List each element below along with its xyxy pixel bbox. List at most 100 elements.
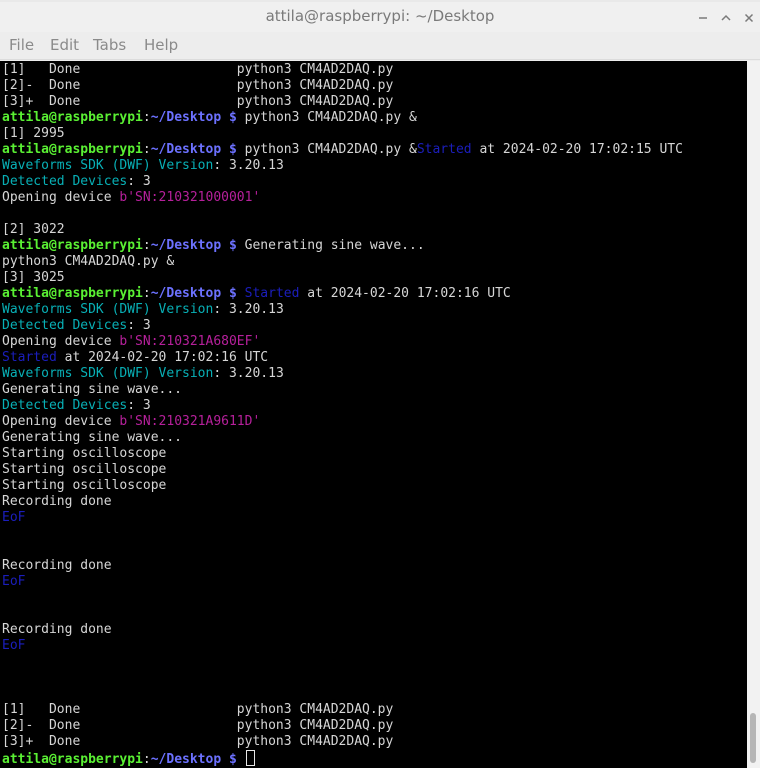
window-title: attila@raspberrypi: ~/Desktop — [265, 7, 495, 25]
terminal-line: Opening device b'SN:210321000001' — [2, 190, 683, 206]
terminal-line: attila@raspberrypi:~/Desktop $ — [2, 750, 683, 767]
terminal-line: EoF — [2, 574, 683, 590]
terminal-line: [1] Done python3 CM4AD2DAQ.py — [2, 702, 683, 718]
terminal-line: Starting oscilloscope — [2, 446, 683, 462]
terminal-text: [3]+ Done python3 CM4AD2DAQ.py — [2, 734, 394, 749]
terminal-text: ~/Desktop $ — [150, 752, 237, 767]
maximize-button[interactable] — [716, 8, 736, 28]
terminal-line: attila@raspberrypi:~/Desktop $ Generatin… — [2, 238, 683, 254]
terminal-text: Started — [416, 142, 472, 157]
terminal-line: Waveforms SDK (DWF) Version: 3.20.13 — [2, 366, 683, 382]
terminal-text: Started — [2, 350, 57, 365]
terminal-line: Detected Devices: 3 — [2, 174, 683, 190]
terminal-line: Started at 2024-02-20 17:02:16 UTC — [2, 350, 683, 366]
terminal-line: Generating sine wave... — [2, 382, 683, 398]
terminal-line: python3 CM4AD2DAQ.py & — [2, 254, 683, 270]
terminal-text: : 3 — [127, 318, 151, 333]
terminal-line: Starting oscilloscope — [2, 462, 683, 478]
terminal-text: : — [142, 142, 151, 157]
terminal-text: ~/Desktop $ — [150, 142, 237, 157]
terminal-text: [1] 2995 — [2, 126, 65, 141]
terminal-line: EoF — [2, 638, 683, 654]
terminal-text: Waveforms SDK (DWF) Version — [2, 366, 214, 381]
terminal-line: [2]- Done python3 CM4AD2DAQ.py — [2, 78, 683, 94]
terminal-text: Detected Devices — [2, 318, 128, 333]
terminal-text: : 3 — [127, 398, 151, 413]
scrollbar-thumb[interactable] — [750, 713, 756, 763]
terminal-text: Detected Devices — [2, 174, 128, 189]
terminal-text: ~/Desktop $ — [150, 238, 237, 253]
terminal-line: Waveforms SDK (DWF) Version: 3.20.13 — [2, 302, 683, 318]
menu-bar: File Edit Tabs Help — [0, 32, 760, 60]
terminal-text: Waveforms SDK (DWF) Version — [2, 302, 214, 317]
terminal-text: [2] 3022 — [2, 222, 65, 237]
menu-edit[interactable]: Edit — [50, 36, 79, 54]
terminal-text: [2]- Done python3 CM4AD2DAQ.py — [2, 78, 394, 93]
terminal-text: Starting oscilloscope — [2, 478, 167, 493]
terminal-text: : — [142, 110, 151, 125]
terminal-text: python3 CM4AD2DAQ.py & — [236, 110, 417, 125]
terminal-text: [1] Done python3 CM4AD2DAQ.py — [2, 62, 394, 77]
terminal-line: Waveforms SDK (DWF) Version: 3.20.13 — [2, 158, 683, 174]
terminal-text: [1] Done python3 CM4AD2DAQ.py — [2, 702, 394, 717]
minimize-button[interactable] — [693, 8, 713, 28]
terminal-line: Starting oscilloscope — [2, 478, 683, 494]
terminal-text: attila@raspberrypi — [2, 752, 143, 767]
terminal-text: : 3 — [127, 174, 151, 189]
terminal-line: Recording done — [2, 622, 683, 638]
terminal-text: python3 CM4AD2DAQ.py & — [2, 254, 175, 269]
terminal-text: attila@raspberrypi — [2, 142, 143, 157]
terminal-text: b'SN:210321A680EF' — [119, 334, 261, 349]
terminal-text: Starting oscilloscope — [2, 462, 167, 477]
terminal-text: Detected Devices — [2, 398, 128, 413]
terminal-text: attila@raspberrypi — [2, 286, 143, 301]
terminal-text: [2]- Done python3 CM4AD2DAQ.py — [2, 718, 394, 733]
terminal-text: Recording done — [2, 622, 112, 637]
terminal-text: EoF — [2, 638, 26, 653]
menu-help[interactable]: Help — [144, 36, 178, 54]
terminal-text: Generating sine wave... — [2, 382, 183, 397]
terminal-text: Recording done — [2, 494, 112, 509]
title-bar[interactable]: attila@raspberrypi: ~/Desktop — [0, 0, 760, 32]
terminal-text: Started — [244, 286, 300, 301]
terminal-line: Detected Devices: 3 — [2, 398, 683, 414]
terminal-lines: [1] Done python3 CM4AD2DAQ.py [2]- Done p… — [2, 62, 683, 767]
maximize-icon — [720, 12, 732, 24]
terminal-line: [3]+ Done python3 CM4AD2DAQ.py — [2, 734, 683, 750]
terminal-line: Opening device b'SN:210321A9611D' — [2, 414, 683, 430]
terminal-text: : — [142, 752, 151, 767]
terminal-text: b'SN:210321A9611D' — [119, 414, 261, 429]
terminal-scrollbar[interactable] — [747, 61, 760, 768]
terminal-line: [2]- Done python3 CM4AD2DAQ.py — [2, 718, 683, 734]
terminal-text: [3]+ Done python3 CM4AD2DAQ.py — [2, 94, 394, 109]
terminal-text: : 3.20.13 — [213, 158, 284, 173]
terminal-text: ~/Desktop $ — [150, 110, 237, 125]
close-button[interactable] — [739, 8, 759, 28]
terminal-line: Recording done — [2, 494, 683, 510]
text-cursor — [245, 750, 255, 766]
terminal-text: python3 CM4AD2DAQ.py & — [236, 142, 417, 157]
terminal-text: at 2024-02-20 17:02:16 UTC — [56, 350, 269, 365]
close-icon — [743, 12, 755, 24]
minimize-icon — [697, 12, 709, 24]
terminal-line: [3] 3025 — [2, 270, 683, 286]
terminal-output[interactable]: [1] Done python3 CM4AD2DAQ.py [2]- Done p… — [0, 61, 747, 768]
terminal-line: attila@raspberrypi:~/Desktop $ Started a… — [2, 286, 683, 302]
terminal-text: Generating sine wave... — [2, 430, 183, 445]
terminal-text: ~/Desktop $ — [150, 286, 237, 301]
terminal-text: : 3.20.13 — [213, 302, 284, 317]
terminal-text: : — [142, 238, 151, 253]
menu-tabs[interactable]: Tabs — [93, 36, 126, 54]
menu-file[interactable]: File — [9, 36, 34, 54]
terminal-text: : — [142, 286, 151, 301]
terminal-line: [2] 3022 — [2, 222, 683, 238]
